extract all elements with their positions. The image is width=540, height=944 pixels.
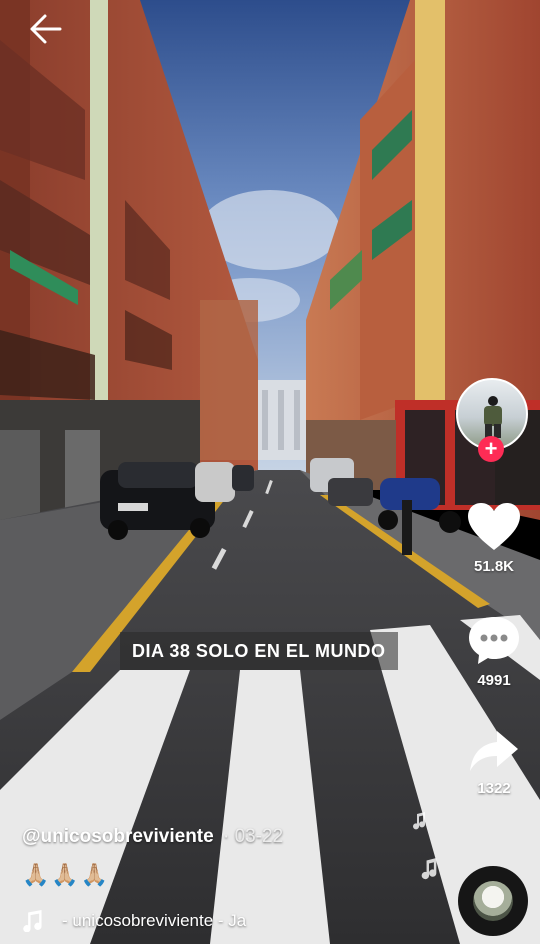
sound-info[interactable]: - unicosobreviviente - Ja <box>22 910 246 932</box>
post-date: · 03-22 <box>222 826 284 847</box>
share-count: 1322 <box>477 780 511 797</box>
comment-button[interactable]: 4991 <box>460 614 528 689</box>
creator-username[interactable]: @unicosobreviviente · 03-22 <box>22 826 283 848</box>
username-text[interactable]: @unicosobreviviente <box>22 826 214 847</box>
avatar-person-image <box>484 396 502 438</box>
share-button[interactable]: 1322 <box>460 728 528 797</box>
video-caption-overlay: DIA 38 SOLO EN EL MUNDO <box>120 632 398 670</box>
follow-plus-button[interactable]: + <box>478 436 504 462</box>
comment-bubble-icon <box>469 617 519 664</box>
video-frame[interactable] <box>0 0 540 944</box>
music-note-icon <box>23 910 42 932</box>
back-arrow-icon[interactable] <box>28 12 64 46</box>
floating-note-icon <box>413 812 426 830</box>
heart-icon <box>468 503 520 550</box>
sound-name: - unicosobreviviente - Ja <box>62 911 247 930</box>
floating-note-icon <box>421 858 437 880</box>
comment-count: 4991 <box>477 672 511 689</box>
post-description: 🙏🏼🙏🏼🙏🏼 <box>22 862 111 887</box>
street-scene-image <box>0 0 540 944</box>
like-count: 51.8K <box>473 558 515 575</box>
video-player-screen[interactable]: DIA 38 SOLO EN EL MUNDO + 51.8K 4991 132… <box>0 0 540 944</box>
share-arrow-icon <box>470 731 518 771</box>
sound-disc-cover <box>473 881 513 921</box>
sound-disc-button[interactable] <box>458 866 528 936</box>
creator-avatar-group[interactable]: + <box>456 378 528 462</box>
like-button[interactable]: 51.8K <box>460 502 528 575</box>
